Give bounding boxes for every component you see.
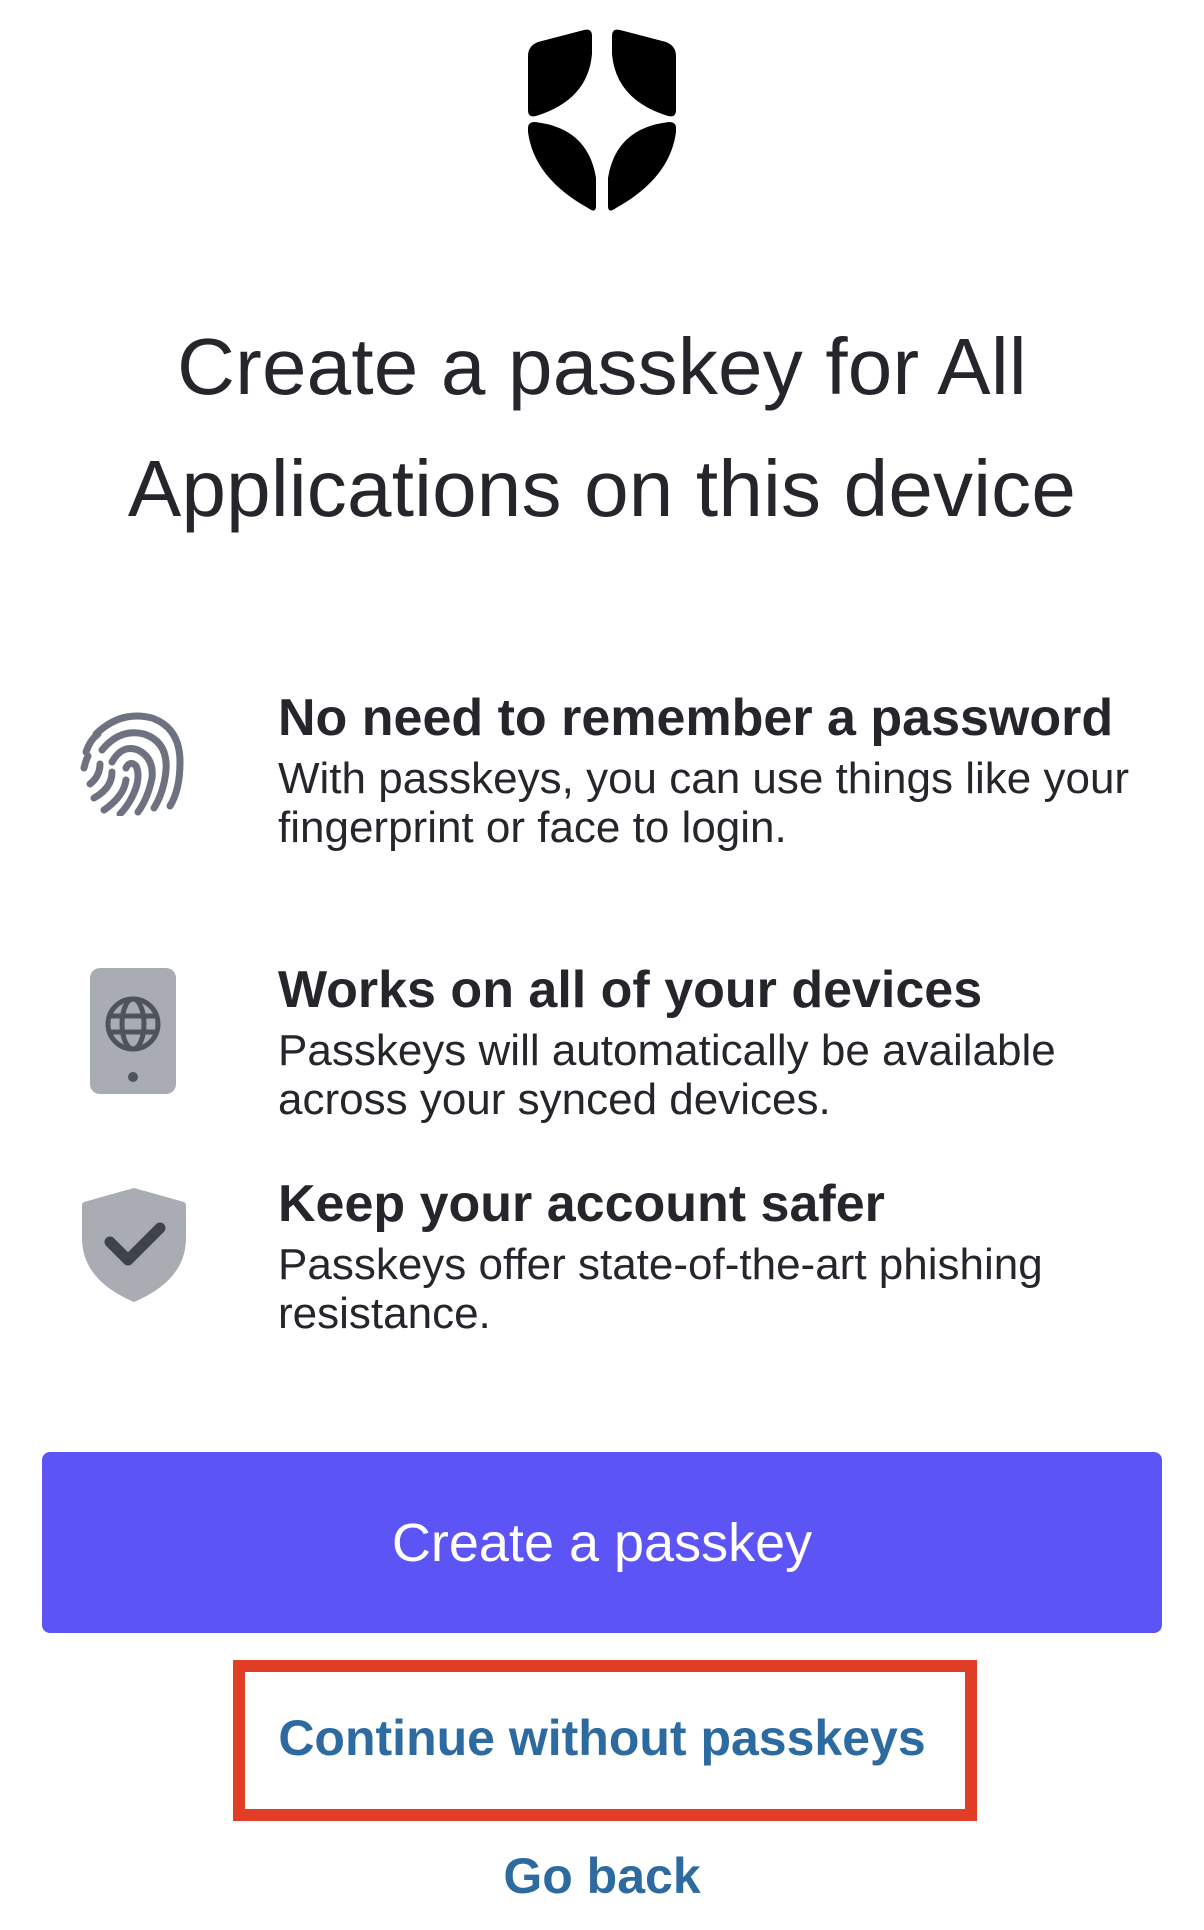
feature-description: With passkeys, you can use things like y… bbox=[278, 754, 1130, 852]
shield-check-icon bbox=[82, 1188, 186, 1302]
page-title-line-2: Applications on this device bbox=[127, 444, 1077, 533]
feature-heading: Keep your account safer bbox=[278, 1175, 885, 1233]
feature-heading: No need to remember a password bbox=[278, 689, 1114, 747]
feature-description: Passkeys will automatically be available… bbox=[278, 1026, 1056, 1124]
page-title: Create a passkey for All Applications on… bbox=[60, 306, 1144, 550]
page-title-line-1: Create a passkey for All bbox=[177, 322, 1027, 411]
feature-heading: Works on all of your devices bbox=[278, 961, 983, 1019]
feature-item-password: No need to remember a password With pass… bbox=[278, 690, 1158, 852]
shield-logo-icon bbox=[528, 29, 676, 211]
fingerprint-icon bbox=[80, 712, 184, 816]
go-back-link[interactable]: Go back bbox=[0, 1846, 1204, 1906]
feature-item-devices: Works on all of your devices Passkeys wi… bbox=[278, 962, 1158, 1124]
continue-without-passkeys-link[interactable]: Continue without passkeys bbox=[0, 1708, 1204, 1768]
create-passkey-button[interactable]: Create a passkey bbox=[42, 1452, 1162, 1633]
device-globe-icon bbox=[90, 968, 176, 1094]
feature-item-safer: Keep your account safer Passkeys offer s… bbox=[278, 1176, 1158, 1338]
feature-description: Passkeys offer state-of-the-art phishing… bbox=[278, 1240, 1043, 1338]
